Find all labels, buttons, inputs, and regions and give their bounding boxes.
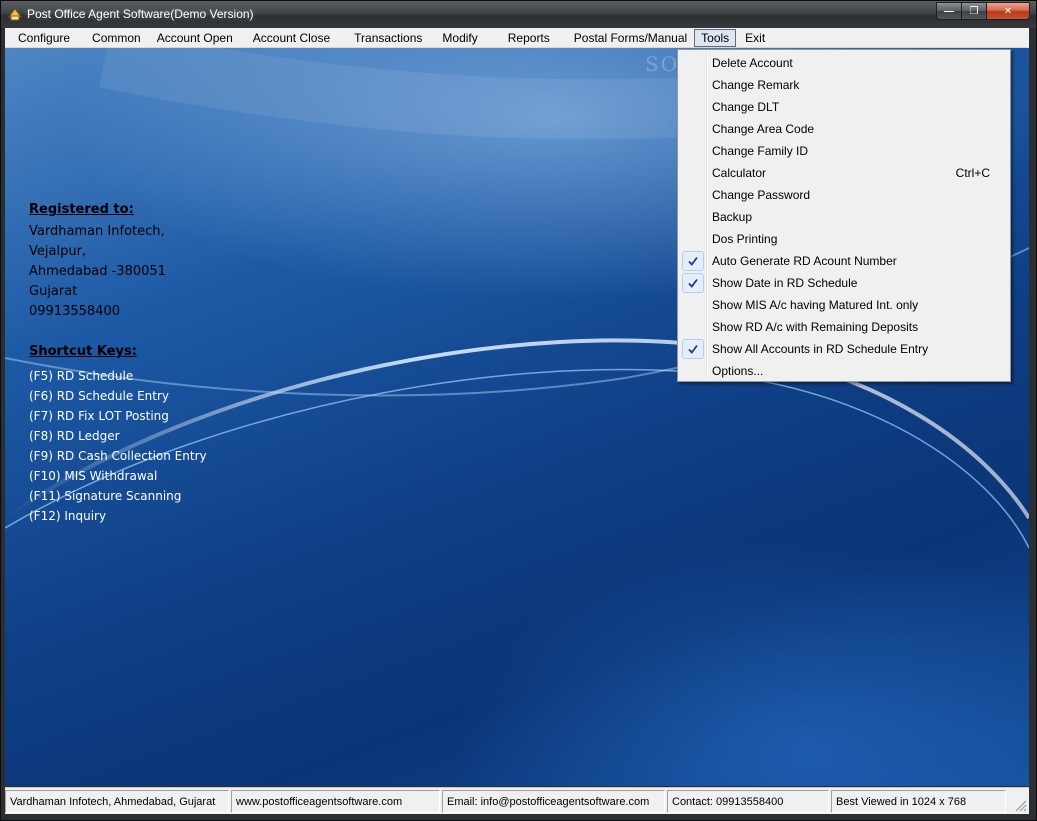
menu-item-auto-generate-rd[interactable]: Auto Generate RD Acount Number — [680, 250, 1008, 272]
checkmark-icon — [682, 273, 704, 293]
close-button[interactable]: ✕ — [987, 2, 1030, 20]
menu-item-label: Show RD A/c with Remaining Deposits — [712, 320, 919, 334]
shortcut-item: (F7) RD Fix LOT Posting — [29, 409, 169, 423]
menu-item-show-all-accounts[interactable]: Show All Accounts in RD Schedule Entry — [680, 338, 1008, 360]
address-line: Gujarat — [29, 284, 78, 299]
menu-tools[interactable]: Tools — [694, 28, 737, 47]
window-controls: — ❐ ✕ — [936, 2, 1030, 20]
menu-item-change-remark[interactable]: Change Remark — [680, 74, 1008, 96]
shortcut-item: (F6) RD Schedule Entry — [29, 389, 169, 403]
menu-item-change-area-code[interactable]: Change Area Code — [680, 118, 1008, 140]
menu-item-show-rd-remaining[interactable]: Show RD A/c with Remaining Deposits — [680, 316, 1008, 338]
menu-account-open[interactable]: Account Open — [150, 29, 240, 47]
menu-item-label: Calculator — [712, 166, 767, 180]
menu-item-dos-printing[interactable]: Dos Printing — [680, 228, 1008, 250]
status-website: www.postofficeagentsoftware.com — [231, 790, 440, 813]
resize-grip-icon[interactable] — [1013, 798, 1027, 812]
menu-item-label: Options... — [712, 364, 764, 378]
menu-transactions[interactable]: Transactions — [347, 29, 429, 47]
window-title: Post Office Agent Software(Demo Version) — [27, 7, 254, 21]
menu-item-label: Change Family ID — [712, 144, 809, 158]
tools-dropdown-menu: Delete Account Change Remark Change DLT … — [677, 49, 1011, 382]
close-icon: ✕ — [1003, 5, 1013, 17]
menu-item-show-mis-matured[interactable]: Show MIS A/c having Matured Int. only — [680, 294, 1008, 316]
shortcut-item: (F8) RD Ledger — [29, 429, 120, 443]
menu-item-label: Auto Generate RD Acount Number — [712, 254, 897, 268]
menu-item-options[interactable]: Options... — [680, 360, 1008, 382]
menu-account-close[interactable]: Account Close — [246, 29, 337, 47]
app-icon — [7, 6, 23, 22]
menu-item-label: Change Password — [712, 188, 811, 202]
checkmark-icon — [682, 251, 704, 271]
registered-address: Vardhaman Infotech, Vejalpur, Ahmedabad … — [29, 222, 166, 322]
address-line: Ahmedabad -380051 — [29, 264, 166, 279]
menu-item-delete-account[interactable]: Delete Account — [680, 52, 1008, 74]
menu-common[interactable]: Common — [85, 29, 148, 47]
menu-exit[interactable]: Exit — [738, 29, 772, 47]
menu-item-label: Delete Account — [712, 56, 793, 70]
status-email: Email: info@postofficeagentsoftware.com — [442, 790, 665, 813]
menu-configure[interactable]: Configure — [11, 29, 77, 47]
menu-item-show-date-rd-schedule[interactable]: Show Date in RD Schedule — [680, 272, 1008, 294]
menu-reports[interactable]: Reports — [501, 29, 557, 47]
status-contact: Contact: 09913558400 — [667, 790, 829, 813]
menu-postal-forms[interactable]: Postal Forms/Manual — [567, 29, 694, 47]
registered-heading: Registered to: — [29, 202, 134, 217]
shortcut-item: (F5) RD Schedule — [29, 369, 134, 383]
address-line: Vejalpur, — [29, 244, 87, 259]
title-bar[interactable]: Post Office Agent Software(Demo Version)… — [1, 1, 1036, 28]
menu-bar: Configure Common Account Open Account Cl… — [5, 28, 1029, 48]
menu-item-label: Change Remark — [712, 78, 800, 92]
address-line: 09913558400 — [29, 304, 120, 319]
menu-item-backup[interactable]: Backup — [680, 206, 1008, 228]
menu-item-label: Show All Accounts in RD Schedule Entry — [712, 342, 929, 356]
shortcut-keys-heading: Shortcut Keys: — [29, 344, 137, 359]
menu-item-change-dlt[interactable]: Change DLT — [680, 96, 1008, 118]
shortcut-item: (F11) Signature Scanning — [29, 489, 182, 503]
menu-item-label: Backup — [712, 210, 753, 224]
minimize-icon: — — [944, 5, 954, 17]
maximize-icon: ❐ — [969, 5, 979, 17]
menu-item-label: Change Area Code — [712, 122, 815, 136]
app-window: Post Office Agent Software(Demo Version)… — [0, 0, 1037, 821]
shortcut-item: (F9) RD Cash Collection Entry — [29, 449, 207, 463]
menu-item-label: Change DLT — [712, 100, 780, 114]
menu-item-calculator[interactable]: Calculator Ctrl+C — [680, 162, 1008, 184]
menu-item-shortcut: Ctrl+C — [955, 166, 990, 180]
shortcut-item: (F12) Inquiry — [29, 509, 107, 523]
menu-modify[interactable]: Modify — [435, 29, 484, 47]
menu-item-label: Show MIS A/c having Matured Int. only — [712, 298, 919, 312]
status-bar: Vardhaman Infotech, Ahmedabad, Gujarat w… — [5, 787, 1029, 814]
address-line: Vardhaman Infotech, — [29, 224, 165, 239]
maximize-button[interactable]: ❐ — [962, 2, 987, 20]
menu-item-change-family-id[interactable]: Change Family ID — [680, 140, 1008, 162]
shortcut-item: (F10) MIS Withdrawal — [29, 469, 158, 483]
menu-item-label: Dos Printing — [712, 232, 778, 246]
minimize-button[interactable]: — — [936, 2, 962, 20]
menu-item-change-password[interactable]: Change Password — [680, 184, 1008, 206]
status-company: Vardhaman Infotech, Ahmedabad, Gujarat — [5, 790, 229, 813]
status-best-view: Best Viewed in 1024 x 768 — [831, 790, 1006, 813]
menu-item-label: Show Date in RD Schedule — [712, 276, 858, 290]
shortcut-keys-list: (F5) RD Schedule (F6) RD Schedule Entry … — [29, 366, 207, 526]
checkmark-icon — [682, 339, 704, 359]
